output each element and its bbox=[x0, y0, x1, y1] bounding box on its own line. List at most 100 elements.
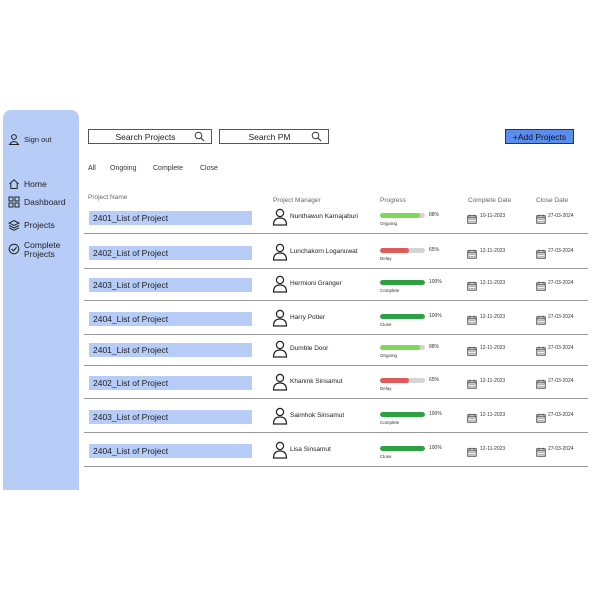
sidebar-item-label: Home bbox=[24, 179, 47, 189]
project-name-cell[interactable]: 2403_List of Project bbox=[89, 278, 252, 292]
row-divider bbox=[84, 432, 588, 433]
calendar-icon bbox=[536, 278, 546, 291]
search-icon[interactable] bbox=[311, 131, 322, 142]
row-divider bbox=[84, 233, 588, 234]
check-circle-icon bbox=[8, 243, 20, 255]
project-name-cell[interactable]: 2401_List of Project bbox=[89, 343, 252, 357]
table-row[interactable]: 2401_List of Project Dumble Door 88% Ongoin… bbox=[84, 336, 588, 366]
table-row[interactable]: 2401_List of Project Nunthawun Karnajabur… bbox=[84, 204, 588, 234]
table-row[interactable]: 2404_List of Project Harry Potter 100% Clos… bbox=[84, 305, 588, 335]
project-name-cell[interactable]: 2402_List of Project bbox=[89, 376, 252, 390]
status-label: Close bbox=[380, 322, 392, 327]
sidebar-item-home[interactable]: Home bbox=[8, 178, 47, 190]
project-name-cell[interactable]: 2403_List of Project bbox=[89, 410, 252, 424]
progress-bar bbox=[380, 248, 425, 253]
complete-date: 12-11-2023 bbox=[480, 314, 506, 320]
calendar-icon bbox=[467, 246, 477, 259]
project-name-cell[interactable]: 2401_List of Project bbox=[89, 211, 252, 225]
sign-out-button[interactable]: Sign out bbox=[8, 133, 52, 145]
search-projects-placeholder: Search Projects bbox=[115, 131, 176, 142]
progress-fill bbox=[380, 314, 425, 319]
table-row[interactable]: 2404_List of Project Lisa Sinsamut 100% Clo… bbox=[84, 437, 588, 467]
row-divider bbox=[84, 466, 588, 467]
search-icon[interactable] bbox=[194, 131, 205, 142]
column-header-project-name: Project Name bbox=[88, 194, 128, 201]
complete-date: 12-11-2023 bbox=[480, 378, 506, 384]
sidebar-item-label: Complete Projects bbox=[24, 240, 61, 259]
status-label: Delay bbox=[380, 386, 392, 391]
status-label: Ongoing bbox=[380, 353, 398, 358]
avatar-icon bbox=[272, 340, 288, 358]
progress-percent: 100% bbox=[429, 411, 442, 417]
project-name-cell[interactable]: 2402_List of Project bbox=[89, 246, 252, 260]
complete-date: 10-11-2023 bbox=[480, 213, 506, 219]
row-divider bbox=[84, 398, 588, 399]
table-row[interactable]: 2403_List of Project Hermioni Granger 100%… bbox=[84, 271, 588, 301]
progress-fill bbox=[380, 412, 425, 417]
status-label: Complete bbox=[380, 288, 400, 293]
home-icon bbox=[8, 178, 20, 190]
avatar-icon bbox=[272, 441, 288, 459]
progress-percent: 100% bbox=[429, 445, 442, 451]
row-divider bbox=[84, 300, 588, 301]
sidebar-item-complete-projects[interactable]: Complete Projects bbox=[8, 241, 66, 259]
sign-out-label: Sign out bbox=[24, 134, 52, 144]
avatar-icon bbox=[272, 243, 288, 261]
row-divider bbox=[84, 268, 588, 269]
table-row[interactable]: 2402_List of Project Khanink Sinsamut 65% D… bbox=[84, 369, 588, 399]
calendar-icon bbox=[467, 410, 477, 423]
progress-percent: 65% bbox=[429, 247, 440, 253]
search-pm-placeholder: Search PM bbox=[248, 131, 291, 142]
search-projects-input[interactable]: Search Projects bbox=[88, 129, 212, 144]
project-name-cell[interactable]: 2404_List of Project bbox=[89, 444, 252, 458]
table-row[interactable]: 2402_List of Project Lunchakorn Loganuwat… bbox=[84, 239, 588, 269]
project-name-cell[interactable]: 2404_List of Project bbox=[89, 312, 252, 326]
layers-icon bbox=[8, 219, 20, 231]
progress-percent: 100% bbox=[429, 279, 442, 285]
progress-percent: 88% bbox=[429, 212, 440, 218]
tab-complete[interactable]: Complete bbox=[153, 165, 183, 172]
project-manager-name: Harry Potter bbox=[290, 314, 326, 321]
avatar-icon bbox=[272, 309, 288, 327]
sidebar-item-label: Dashboard bbox=[24, 197, 66, 207]
progress-bar bbox=[380, 378, 425, 383]
search-pm-input[interactable]: Search PM bbox=[219, 129, 329, 144]
project-manager-name: Saimhok Sinsamut bbox=[290, 412, 345, 419]
calendar-icon bbox=[536, 246, 546, 259]
add-projects-button[interactable]: +Add Projects bbox=[505, 129, 574, 144]
tab-all[interactable]: All bbox=[88, 165, 96, 172]
sidebar-item-dashboard[interactable]: Dashboard bbox=[8, 196, 66, 208]
tab-close[interactable]: Close bbox=[200, 165, 218, 172]
calendar-icon bbox=[536, 312, 546, 325]
column-header-progress: Progress bbox=[380, 197, 407, 204]
close-date: 27-03-2024 bbox=[548, 213, 574, 219]
close-date: 27-03-2024 bbox=[548, 412, 574, 418]
calendar-icon bbox=[536, 343, 546, 356]
progress-bar bbox=[380, 446, 425, 451]
calendar-icon bbox=[467, 278, 477, 291]
close-date: 27-03-2024 bbox=[548, 378, 574, 384]
status-label: Delay bbox=[380, 256, 392, 261]
complete-date: 12-11-2023 bbox=[480, 280, 506, 286]
calendar-icon bbox=[467, 444, 477, 457]
table-row[interactable]: 2403_List of Project Saimhok Sinsamut 100%… bbox=[84, 403, 588, 433]
complete-date: 12-11-2023 bbox=[480, 345, 506, 351]
close-date: 27-03-2024 bbox=[548, 345, 574, 351]
progress-percent: 100% bbox=[429, 313, 442, 319]
sidebar-item-projects[interactable]: Projects bbox=[8, 219, 55, 231]
complete-date: 12-11-2023 bbox=[480, 412, 506, 418]
complete-date: 12-11-2023 bbox=[480, 446, 506, 452]
progress-fill bbox=[380, 345, 420, 350]
project-manager-name: Nunthawun Karnajaburi bbox=[290, 213, 358, 220]
complete-date: 12-11-2023 bbox=[480, 248, 506, 254]
calendar-icon bbox=[536, 376, 546, 389]
tab-ongoing[interactable]: Ongoing bbox=[110, 165, 136, 172]
column-header-complete-date: Complete Date bbox=[468, 197, 512, 204]
progress-fill bbox=[380, 280, 425, 285]
progress-fill bbox=[380, 213, 420, 218]
calendar-icon bbox=[467, 211, 477, 224]
calendar-icon bbox=[467, 376, 477, 389]
progress-bar bbox=[380, 213, 425, 218]
column-header-close-date: Close Date bbox=[536, 197, 569, 204]
close-date: 27-03-2024 bbox=[548, 280, 574, 286]
